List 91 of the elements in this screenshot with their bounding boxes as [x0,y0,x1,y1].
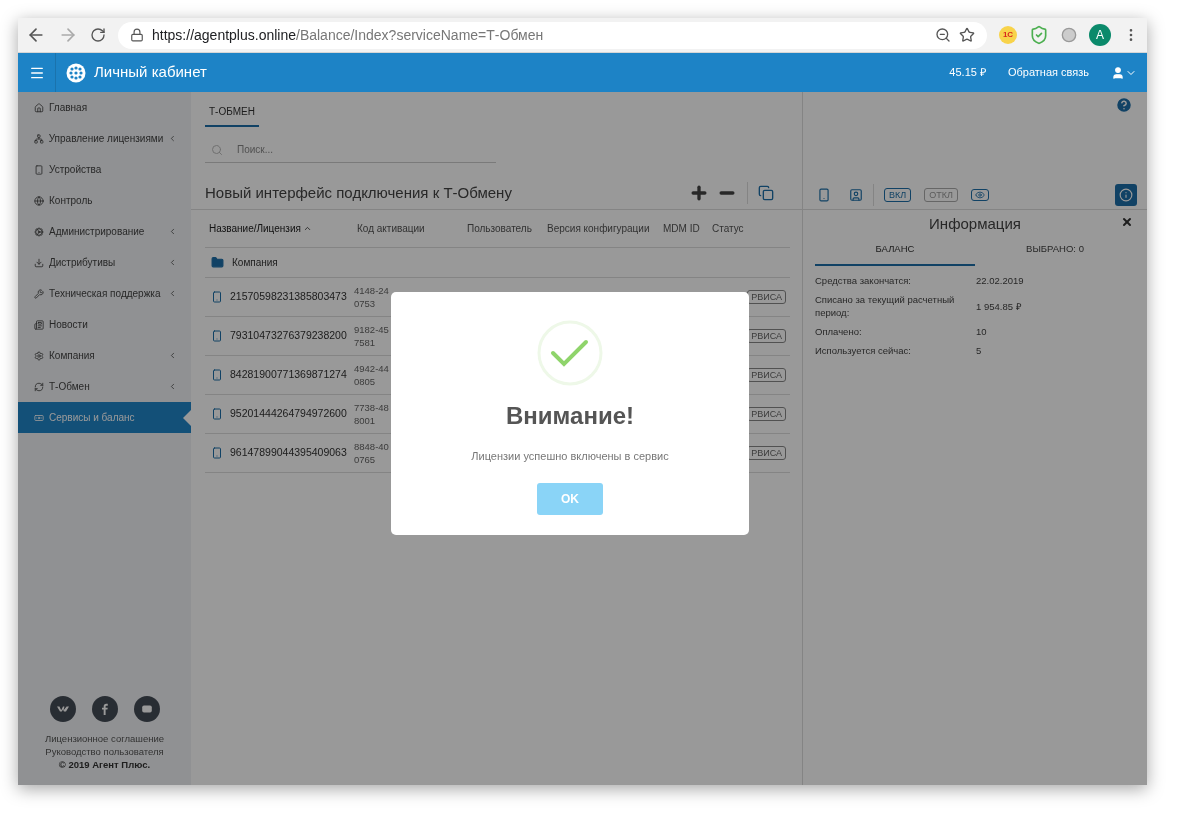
gears-icon [34,226,44,237]
section-title: Новый интерфейс подключения к Т-Обмену [205,182,513,203]
sidebar-item[interactable]: Главная [18,92,191,123]
address-bar[interactable]: https://agentplus.online/Balance/Index?serviceName=Т-Обмен [118,21,987,49]
lock-icon [130,28,144,42]
dialog-message: Лицензии успешно включены в сервис [471,449,669,464]
license-number: 79310473276379238200 [230,328,348,344]
avatar[interactable]: A [1089,24,1111,46]
gear-icon [34,350,44,361]
facebook-icon[interactable] [91,696,118,722]
info-value: 1 954.85 ₽ [976,299,1022,313]
app-title: Личный кабинет [94,62,207,83]
sitemap-icon [34,133,44,144]
group-name: Компания [232,256,278,270]
add-icon[interactable] [689,183,709,203]
info-label: Средства закончатся: [815,274,912,288]
phone-user-icon[interactable] [849,187,863,202]
shield-icon[interactable] [1029,25,1049,45]
sidebar-item[interactable]: Управление лицензиями [18,123,191,154]
activation-code: 9182-45 7581 [354,323,389,349]
eye-button[interactable] [970,188,989,201]
sidebar-item[interactable]: Сервисы и баланс [18,402,191,433]
url-text: https://agentplus.online/Balance/Index?serviceName=Т-Обмен [152,25,544,45]
info-label: Используется сейчас: [815,344,912,358]
info-label: Списано за текущий расчетный период: [815,293,956,320]
refresh-icon [34,381,44,392]
activation-code: 4148-24 0753 [354,284,389,310]
close-icon[interactable] [1121,216,1133,228]
info-label: Оплачено: [815,325,863,339]
sidebar-item[interactable]: Контроль [18,185,191,216]
phone-icon[interactable] [817,187,831,202]
column-header[interactable]: Пользователь [467,222,547,235]
license-number: 84281900771369871274 [230,367,348,383]
sidebar-item[interactable]: Администрирование [18,216,191,247]
logo-icon [66,62,86,83]
checkmark-icon [537,320,603,386]
info-button[interactable] [1115,183,1137,206]
sidebar-item[interactable]: Дистрибутивы [18,247,191,278]
sidebar-item[interactable]: Компания [18,340,191,371]
column-header[interactable]: Название/Лицензия [209,222,357,235]
copyright-text: © 2019 Агент Плюс. [57,758,152,771]
tab[interactable]: БАЛАНС [815,242,975,267]
copy-icon[interactable] [758,185,774,201]
star-icon[interactable] [959,27,975,43]
dialog-title: Внимание! [506,401,634,431]
info-value: 10 [976,325,987,339]
info-value: 22.02.2019 [976,274,1024,288]
license-number: 95201444264794972600 [230,406,348,422]
footer-link[interactable]: Лицензионное соглашение [18,732,191,745]
sidebar-item[interactable]: Техническая поддержка [18,278,191,309]
reload-icon[interactable] [90,27,106,43]
circle-icon[interactable] [1061,27,1077,43]
tab[interactable]: ВЫБРАНО: 0 [975,242,1135,267]
tab[interactable]: Т-ОБМЕН [205,104,259,127]
toggle-button[interactable]: ВКЛ [884,187,912,202]
user-icon[interactable] [1111,65,1125,80]
info-value: 5 [976,344,982,358]
extension-icon[interactable]: 1С [999,26,1017,44]
activation-code: 8848-40 0765 [354,440,389,466]
help-icon[interactable] [1115,96,1133,114]
activation-code: 4942-44 0805 [354,362,389,388]
column-header[interactable]: Версия конфигурации [547,222,663,235]
download-icon [34,257,44,268]
phone-icon [211,407,223,421]
phone-icon [34,164,44,175]
column-header[interactable]: Статус [712,222,782,235]
sidebar-item[interactable]: Новости [18,309,191,340]
sidebar-item[interactable]: Т-Обмен [18,371,191,402]
newspaper-icon [34,319,44,330]
activation-code: 7738-48 8001 [354,401,389,427]
column-header[interactable]: Код активации [357,222,467,235]
search-icon [211,143,223,156]
money-icon [34,412,44,423]
panel-title: Информация [928,213,1022,234]
phone-icon [211,446,223,460]
folder-icon [211,256,224,269]
home-icon [34,102,44,113]
search-field[interactable]: Поиск... [237,142,496,157]
wrench-icon [34,288,44,299]
phone-icon [211,368,223,382]
license-number: 21570598231385803473 [230,289,348,305]
column-header[interactable]: MDM ID [663,222,712,235]
phone-icon [211,290,223,304]
globe-icon [34,195,44,206]
footer-link[interactable]: Руководство пользователя [18,745,191,758]
zoom-icon[interactable] [935,27,951,43]
phone-icon [211,329,223,343]
balance-amount[interactable]: 45.15 ₽ [949,64,986,81]
sidebar-item[interactable]: Устройства [18,154,191,185]
feedback-link[interactable]: Обратная связь [1007,64,1089,81]
license-number: 96147899044395409063 [230,445,348,461]
